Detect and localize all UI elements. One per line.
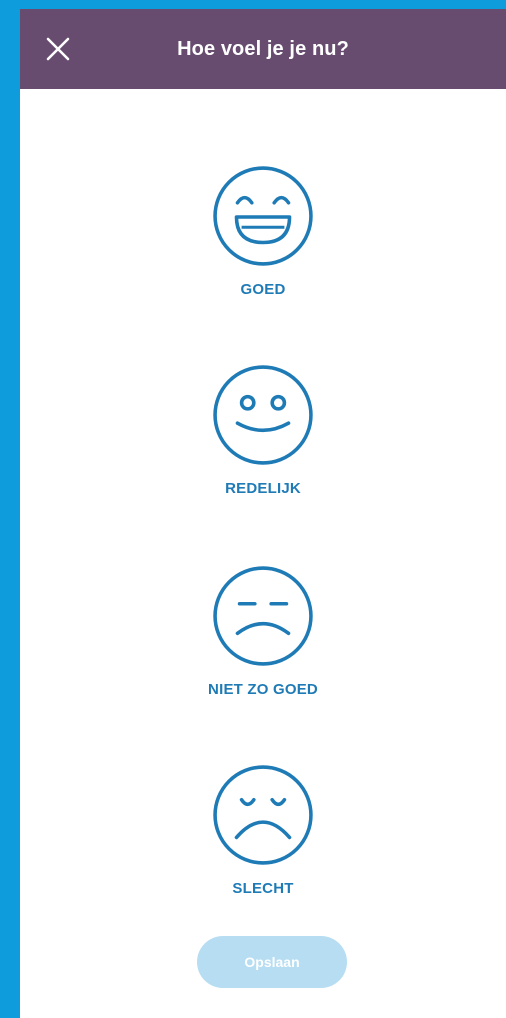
close-button[interactable] [46, 37, 70, 61]
mood-option-niet-zo-goed[interactable]: NIET ZO GOED [20, 565, 506, 698]
mood-screen: Hoe voel je je nu? GOED REDELIJK NIET ZO… [20, 9, 506, 1018]
smile-big-icon [213, 166, 313, 266]
close-icon [46, 37, 70, 61]
smile-icon [213, 365, 313, 465]
mood-option-goed[interactable]: GOED [20, 165, 506, 298]
frown-slight-icon [213, 566, 313, 666]
save-button[interactable]: Opslaan [197, 936, 347, 988]
mood-label-goed: GOED [240, 281, 286, 298]
sad-icon [213, 765, 313, 865]
mood-option-slecht[interactable]: SLECHT [20, 764, 506, 897]
mood-label-redelijk: REDELIJK [225, 480, 301, 497]
mood-label-slecht: SLECHT [232, 880, 294, 897]
mood-label-niet-zo-goed: NIET ZO GOED [208, 681, 318, 698]
mood-option-redelijk[interactable]: REDELIJK [20, 364, 506, 497]
page-title: Hoe voel je je nu? [177, 37, 349, 60]
header-bar: Hoe voel je je nu? [20, 9, 506, 89]
